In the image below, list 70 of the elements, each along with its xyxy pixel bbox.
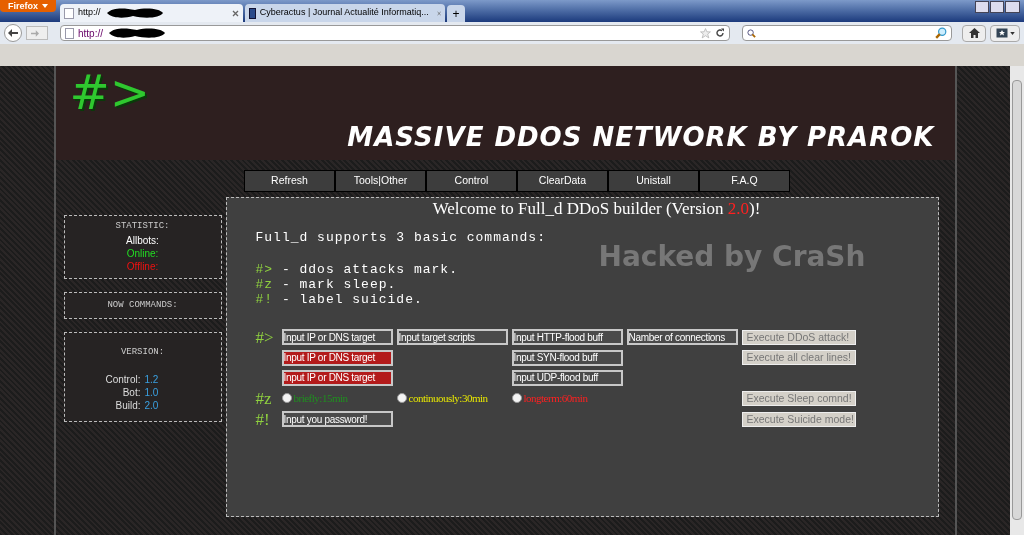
menu-button[interactable]: Tools|Other (335, 170, 426, 192)
address-bar[interactable]: http:// (60, 25, 730, 41)
reload-icon[interactable] (715, 28, 725, 38)
command-marker: #> (255, 328, 275, 346)
radio-label: continuously:30min (408, 390, 488, 406)
search-icon[interactable] (935, 27, 947, 39)
scrollbar-thumb[interactable] (1012, 80, 1022, 520)
intro-text: Full_d supports 3 basic commands: (255, 229, 547, 247)
radio-label: longterm:60min (523, 390, 588, 406)
command-marker: #! (255, 410, 271, 428)
menu-button[interactable]: Refresh (244, 170, 335, 192)
back-arrow-icon (8, 29, 18, 37)
input-field[interactable]: Input IP or DNS target (281, 369, 393, 386)
version-label: Control: (104, 372, 141, 386)
input-field[interactable]: Input UDP-flood buff (511, 369, 623, 386)
home-button[interactable] (962, 24, 986, 42)
command-line: #z - mark sleep. (255, 276, 398, 292)
redacted-mark (107, 27, 167, 39)
radio-button[interactable] (396, 393, 407, 403)
menu-button[interactable]: ClearData (517, 170, 608, 192)
page-icon (249, 7, 256, 19)
url-text: http:// (78, 26, 103, 41)
version-label: Bot: (121, 385, 141, 399)
panel-title: STATISTIC: (115, 220, 170, 233)
panel-title: NOW COMMANDS: (107, 298, 178, 312)
page-icon (64, 7, 74, 19)
input-field[interactable]: Input IP or DNS target (281, 349, 393, 366)
star-icon[interactable] (700, 27, 711, 39)
caret-icon (42, 4, 48, 8)
version-value: 1.0 (144, 385, 160, 399)
tab-title: Cyberactus | Journal Actualité Informatiq... (259, 6, 429, 20)
search-icon (747, 28, 756, 38)
menu-button[interactable]: Control (426, 170, 517, 192)
input-field[interactable]: Input target scripts (396, 329, 508, 345)
bookmarks-button[interactable] (990, 24, 1020, 42)
menu-button[interactable]: F.A.Q (699, 170, 790, 192)
welcome-heading: Welcome to Full_d DDoS builder (Version 2.0)! (431, 199, 762, 219)
new-tab-button[interactable]: + (447, 5, 465, 22)
logo: #> (69, 68, 150, 116)
stat-label: Offline: (126, 259, 159, 273)
menu-button[interactable]: Unistall (608, 170, 699, 192)
command-marker: #z (255, 389, 273, 407)
input-field[interactable]: Namber of connections (626, 329, 738, 345)
version-value: 2.0 (144, 398, 160, 412)
search-field[interactable] (742, 25, 952, 41)
tab-title: http:// (78, 6, 101, 20)
forward-arrow-icon (31, 29, 39, 37)
radio-button[interactable] (511, 393, 522, 403)
browser-tab[interactable]: Cyberactus | Journal Actualité Informatiq... (245, 4, 445, 22)
radio-label: briefly:15min (293, 390, 348, 406)
caret-icon (1009, 31, 1015, 35)
site-title: MASSIVE DDOS NETWORK BY PRAROK (347, 121, 935, 154)
back-button[interactable] (4, 24, 22, 42)
stat-label: Online: (126, 246, 159, 260)
scrollbar[interactable] (1010, 66, 1024, 535)
panel-title: VERSION: (120, 346, 165, 359)
page-icon (65, 27, 74, 39)
version-value: 1.2 (144, 372, 160, 386)
browser-tab[interactable]: http:// (60, 4, 243, 22)
stat-label: Allbots: (126, 233, 159, 247)
input-field[interactable]: Input you password! (281, 411, 393, 427)
command-line: #> - ddos attacks mark. (255, 261, 459, 277)
home-icon (968, 28, 980, 38)
input-field[interactable]: Input SYN-flood buff (511, 349, 623, 366)
radio-button[interactable] (281, 393, 292, 403)
version-label: Build: (114, 398, 141, 412)
input-field[interactable]: Input IP or DNS target (281, 329, 393, 345)
command-line: #! - label suicide. (255, 291, 424, 307)
input-field[interactable]: Input HTTP-flood buff (511, 329, 623, 345)
star-icon (995, 28, 1008, 38)
